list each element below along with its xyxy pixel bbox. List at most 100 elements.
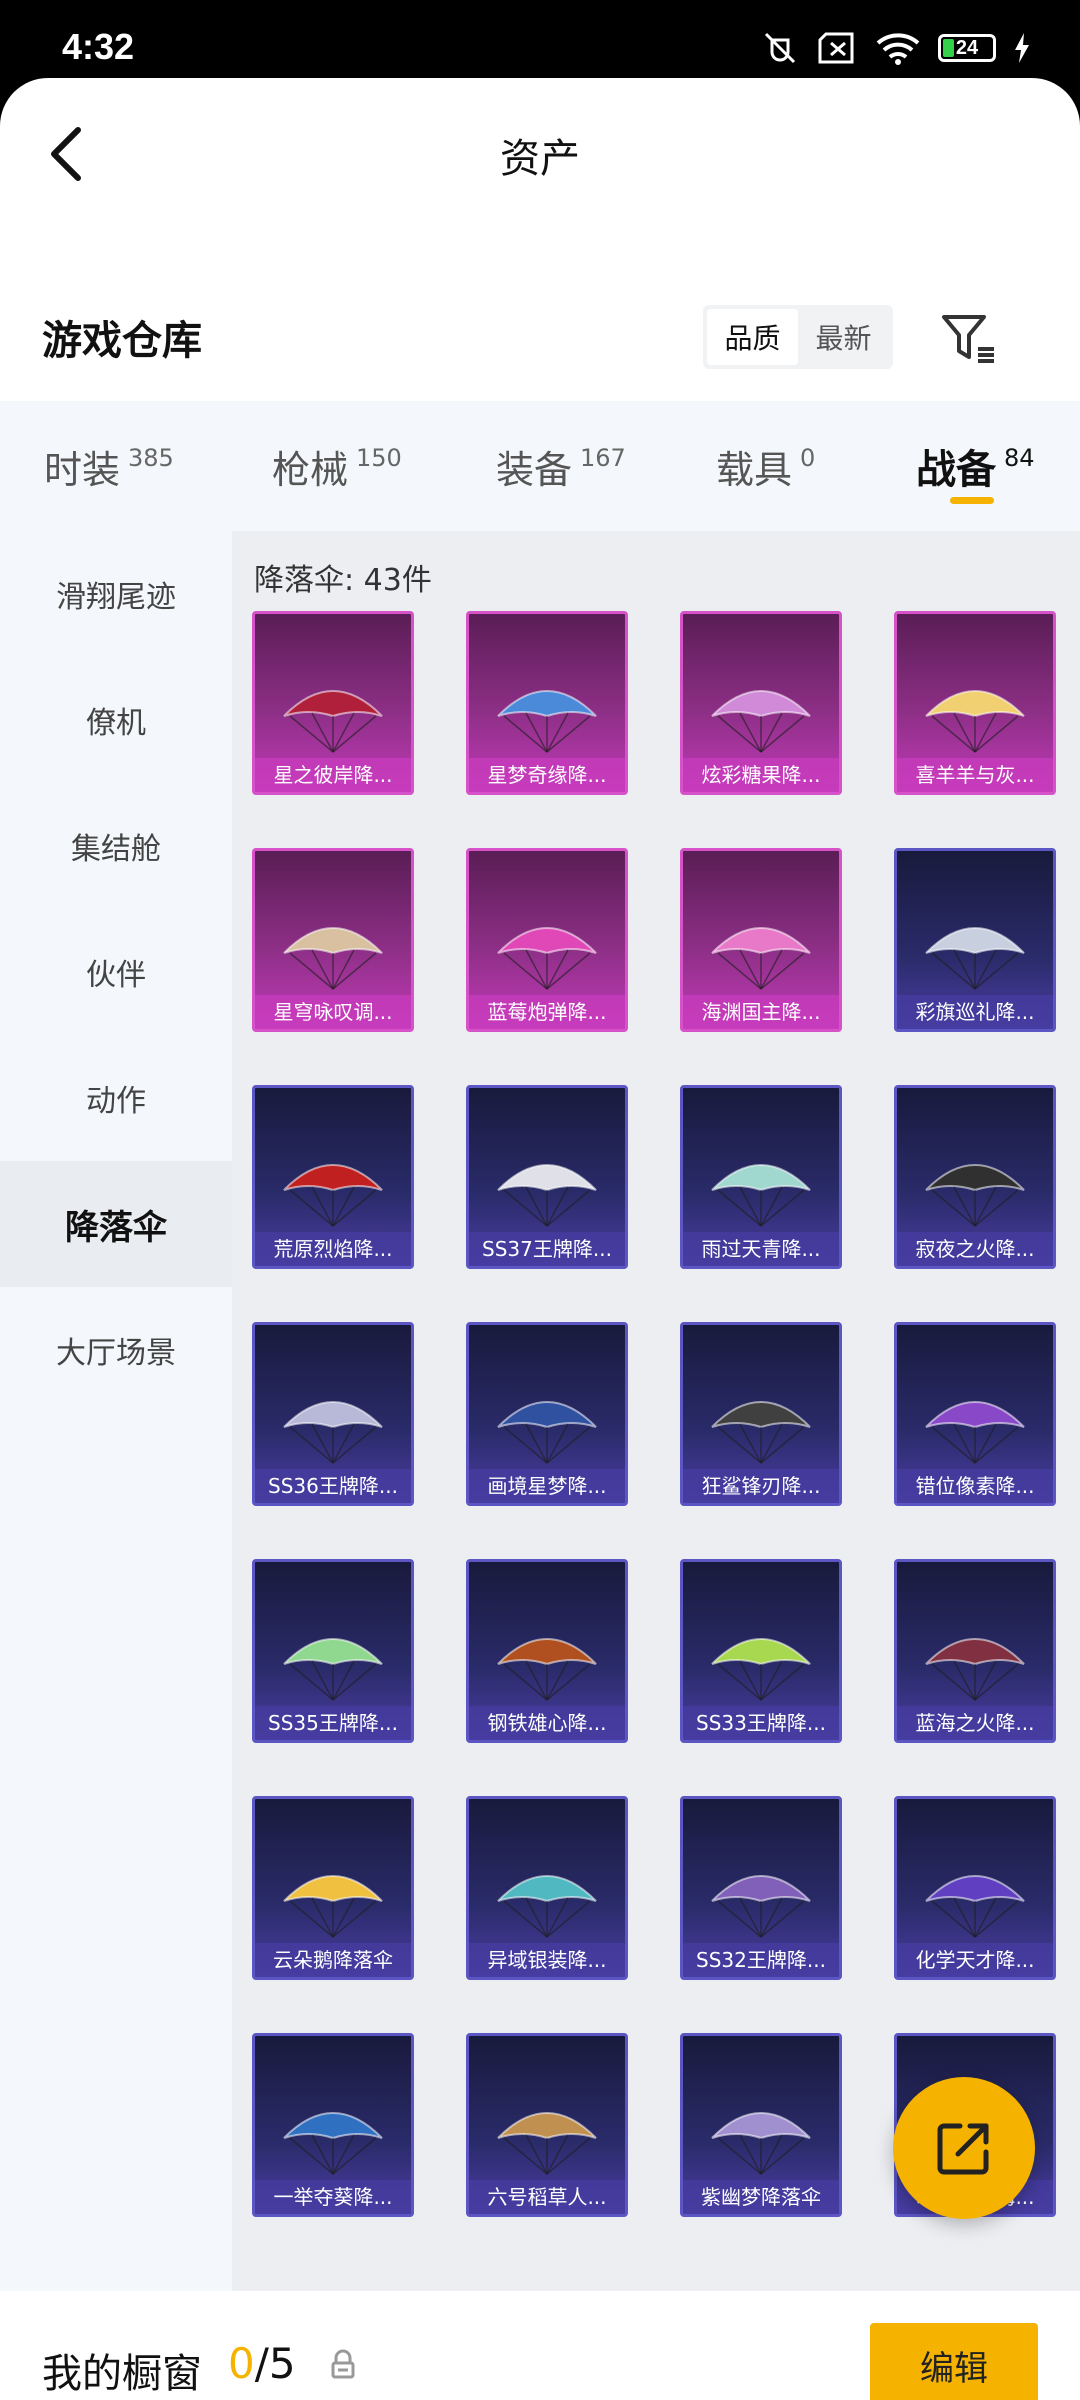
mute-vibrate-icon: [764, 32, 796, 64]
sidebar-item-partner[interactable]: 伙伴: [0, 909, 232, 1035]
parachute-card[interactable]: 星穹咏叹调...: [252, 848, 414, 1032]
tab-label: 时装: [44, 447, 121, 492]
parachute-name: 炫彩糖果降...: [683, 758, 839, 792]
parachute-card[interactable]: 彩旗巡礼降...: [894, 848, 1056, 1032]
sidebar-item-assembly-pod[interactable]: 集结舱: [0, 783, 232, 909]
parachute-name: 雨过天青降...: [683, 1232, 839, 1266]
tab-label: 装备: [496, 447, 573, 492]
parachute-name: 星穹咏叹调...: [255, 995, 411, 1029]
active-tab-indicator: [950, 497, 994, 504]
parachute-icon: [497, 927, 597, 990]
parachute-icon: [497, 1638, 597, 1701]
tab-vehicles[interactable]: 载具 0: [716, 401, 815, 531]
parachute-name: 异域银装降...: [469, 1943, 625, 1977]
tab-weapons[interactable]: 枪械 150: [272, 401, 402, 531]
parachute-card[interactable]: SS35王牌降...: [252, 1559, 414, 1743]
charging-icon: [1015, 33, 1029, 63]
sidebar-item-emote[interactable]: 动作: [0, 1035, 232, 1161]
showcase-bar: 我的橱窗 0/5 编辑: [0, 2291, 1080, 2400]
filter-button[interactable]: [935, 306, 1001, 372]
share-button[interactable]: [893, 2077, 1035, 2219]
wifi-icon: [876, 33, 920, 65]
parachute-icon: [283, 1164, 383, 1227]
showcase-current: 0: [228, 2339, 255, 2388]
parachute-card[interactable]: 钢铁雄心降...: [466, 1559, 628, 1743]
parachute-card[interactable]: 紫幽梦降落伞: [680, 2033, 842, 2217]
parachute-card[interactable]: 一举夺葵降...: [252, 2033, 414, 2217]
parachute-icon: [711, 1875, 811, 1938]
parachute-card[interactable]: 蓝莓炮弹降...: [466, 848, 628, 1032]
parachute-icon: [283, 1875, 383, 1938]
status-time: 4:32: [62, 26, 135, 67]
parachute-card[interactable]: 化学天才降...: [894, 1796, 1056, 1980]
parachute-card[interactable]: 星之彼岸降...: [252, 611, 414, 795]
tab-count: 150: [356, 444, 402, 472]
battery-icon: 24: [938, 34, 996, 62]
parachute-card[interactable]: 炫彩糖果降...: [680, 611, 842, 795]
item-count-label: 降落伞: 43件: [254, 563, 432, 598]
sort-quality-button[interactable]: 品质: [707, 309, 798, 365]
parachute-icon: [283, 690, 383, 753]
parachute-name: 一举夺葵降...: [255, 2180, 411, 2214]
parachute-card[interactable]: 喜羊羊与灰...: [894, 611, 1056, 795]
share-export-icon: [937, 2123, 989, 2175]
parachute-card[interactable]: SS32王牌降...: [680, 1796, 842, 1980]
parachute-card[interactable]: 异域银装降...: [466, 1796, 628, 1980]
parachute-name: SS33王牌降...: [683, 1706, 839, 1740]
parachute-icon: [283, 1401, 383, 1464]
tab-equipment[interactable]: 装备 167: [496, 401, 626, 531]
parachute-card[interactable]: 错位像素降...: [894, 1322, 1056, 1506]
parachute-name: 荒原烈焰降...: [255, 1232, 411, 1266]
parachute-name: SS35王牌降...: [255, 1706, 411, 1740]
status-icons: 24: [760, 30, 1030, 66]
parachute-name: 画境星梦降...: [469, 1469, 625, 1503]
parachute-card[interactable]: SS33王牌降...: [680, 1559, 842, 1743]
parachute-name: 喜羊羊与灰...: [897, 758, 1053, 792]
parachute-icon: [497, 1875, 597, 1938]
no-sim-icon: [818, 32, 854, 64]
sidebar-item-wingman[interactable]: 僚机: [0, 657, 232, 783]
parachute-name: 彩旗巡礼降...: [897, 995, 1053, 1029]
category-tabs: 时装 385 枪械 150 装备 167 载具 0 战备 84: [0, 401, 1080, 531]
parachute-icon: [497, 1164, 597, 1227]
showcase-separator: /: [254, 2339, 269, 2388]
parachute-name: 紫幽梦降落伞: [683, 2180, 839, 2214]
parachute-icon: [925, 1875, 1025, 1938]
parachute-icon: [925, 1401, 1025, 1464]
parachute-card[interactable]: 蓝海之火降...: [894, 1559, 1056, 1743]
parachute-icon: [925, 1638, 1025, 1701]
parachute-name: 钢铁雄心降...: [469, 1706, 625, 1740]
parachute-card[interactable]: 云朵鹅降落伞: [252, 1796, 414, 1980]
parachute-name: SS37王牌降...: [469, 1232, 625, 1266]
parachute-card[interactable]: SS37王牌降...: [466, 1085, 628, 1269]
top-bar: 资产: [0, 78, 1080, 228]
tab-label: 战备: [916, 447, 996, 493]
tab-fashion[interactable]: 时装 385: [44, 401, 174, 531]
parachute-card[interactable]: 狂鲨锋刃降...: [680, 1322, 842, 1506]
parachute-card[interactable]: 六号稻草人...: [466, 2033, 628, 2217]
parachute-card[interactable]: 画境星梦降...: [466, 1322, 628, 1506]
parachute-name: 蓝莓炮弹降...: [469, 995, 625, 1029]
parachute-card[interactable]: 寂夜之火降...: [894, 1085, 1056, 1269]
parachute-card[interactable]: 荒原烈焰降...: [252, 1085, 414, 1269]
sidebar-item-parachute[interactable]: 降落伞: [0, 1161, 232, 1287]
parachute-card[interactable]: 雨过天青降...: [680, 1085, 842, 1269]
parachute-name: SS36王牌降...: [255, 1469, 411, 1503]
sidebar-item-lobby-scene[interactable]: 大厅场景: [0, 1287, 232, 1413]
warehouse-title: 游戏仓库: [42, 318, 202, 364]
parachute-name: 星梦奇缘降...: [469, 758, 625, 792]
item-grid-panel: 降落伞: 43件 星之彼岸降... 星梦奇缘降... 炫彩糖果降... 喜羊羊与灰..…: [232, 531, 1080, 2291]
parachute-name: 狂鲨锋刃降...: [683, 1469, 839, 1503]
parachute-icon: [925, 690, 1025, 753]
tab-tactical[interactable]: 战备 84: [916, 401, 1035, 531]
showcase-count: 0/5: [228, 2339, 296, 2388]
tab-count: 385: [128, 444, 174, 472]
parachute-card[interactable]: SS36王牌降...: [252, 1322, 414, 1506]
sidebar-item-glide-trail[interactable]: 滑翔尾迹: [0, 531, 232, 657]
parachute-icon: [283, 927, 383, 990]
sort-latest-button[interactable]: 最新: [798, 309, 889, 365]
parachute-name: 错位像素降...: [897, 1469, 1053, 1503]
parachute-card[interactable]: 星梦奇缘降...: [466, 611, 628, 795]
edit-button[interactable]: 编辑: [870, 2323, 1038, 2400]
parachute-card[interactable]: 海渊国主降...: [680, 848, 842, 1032]
